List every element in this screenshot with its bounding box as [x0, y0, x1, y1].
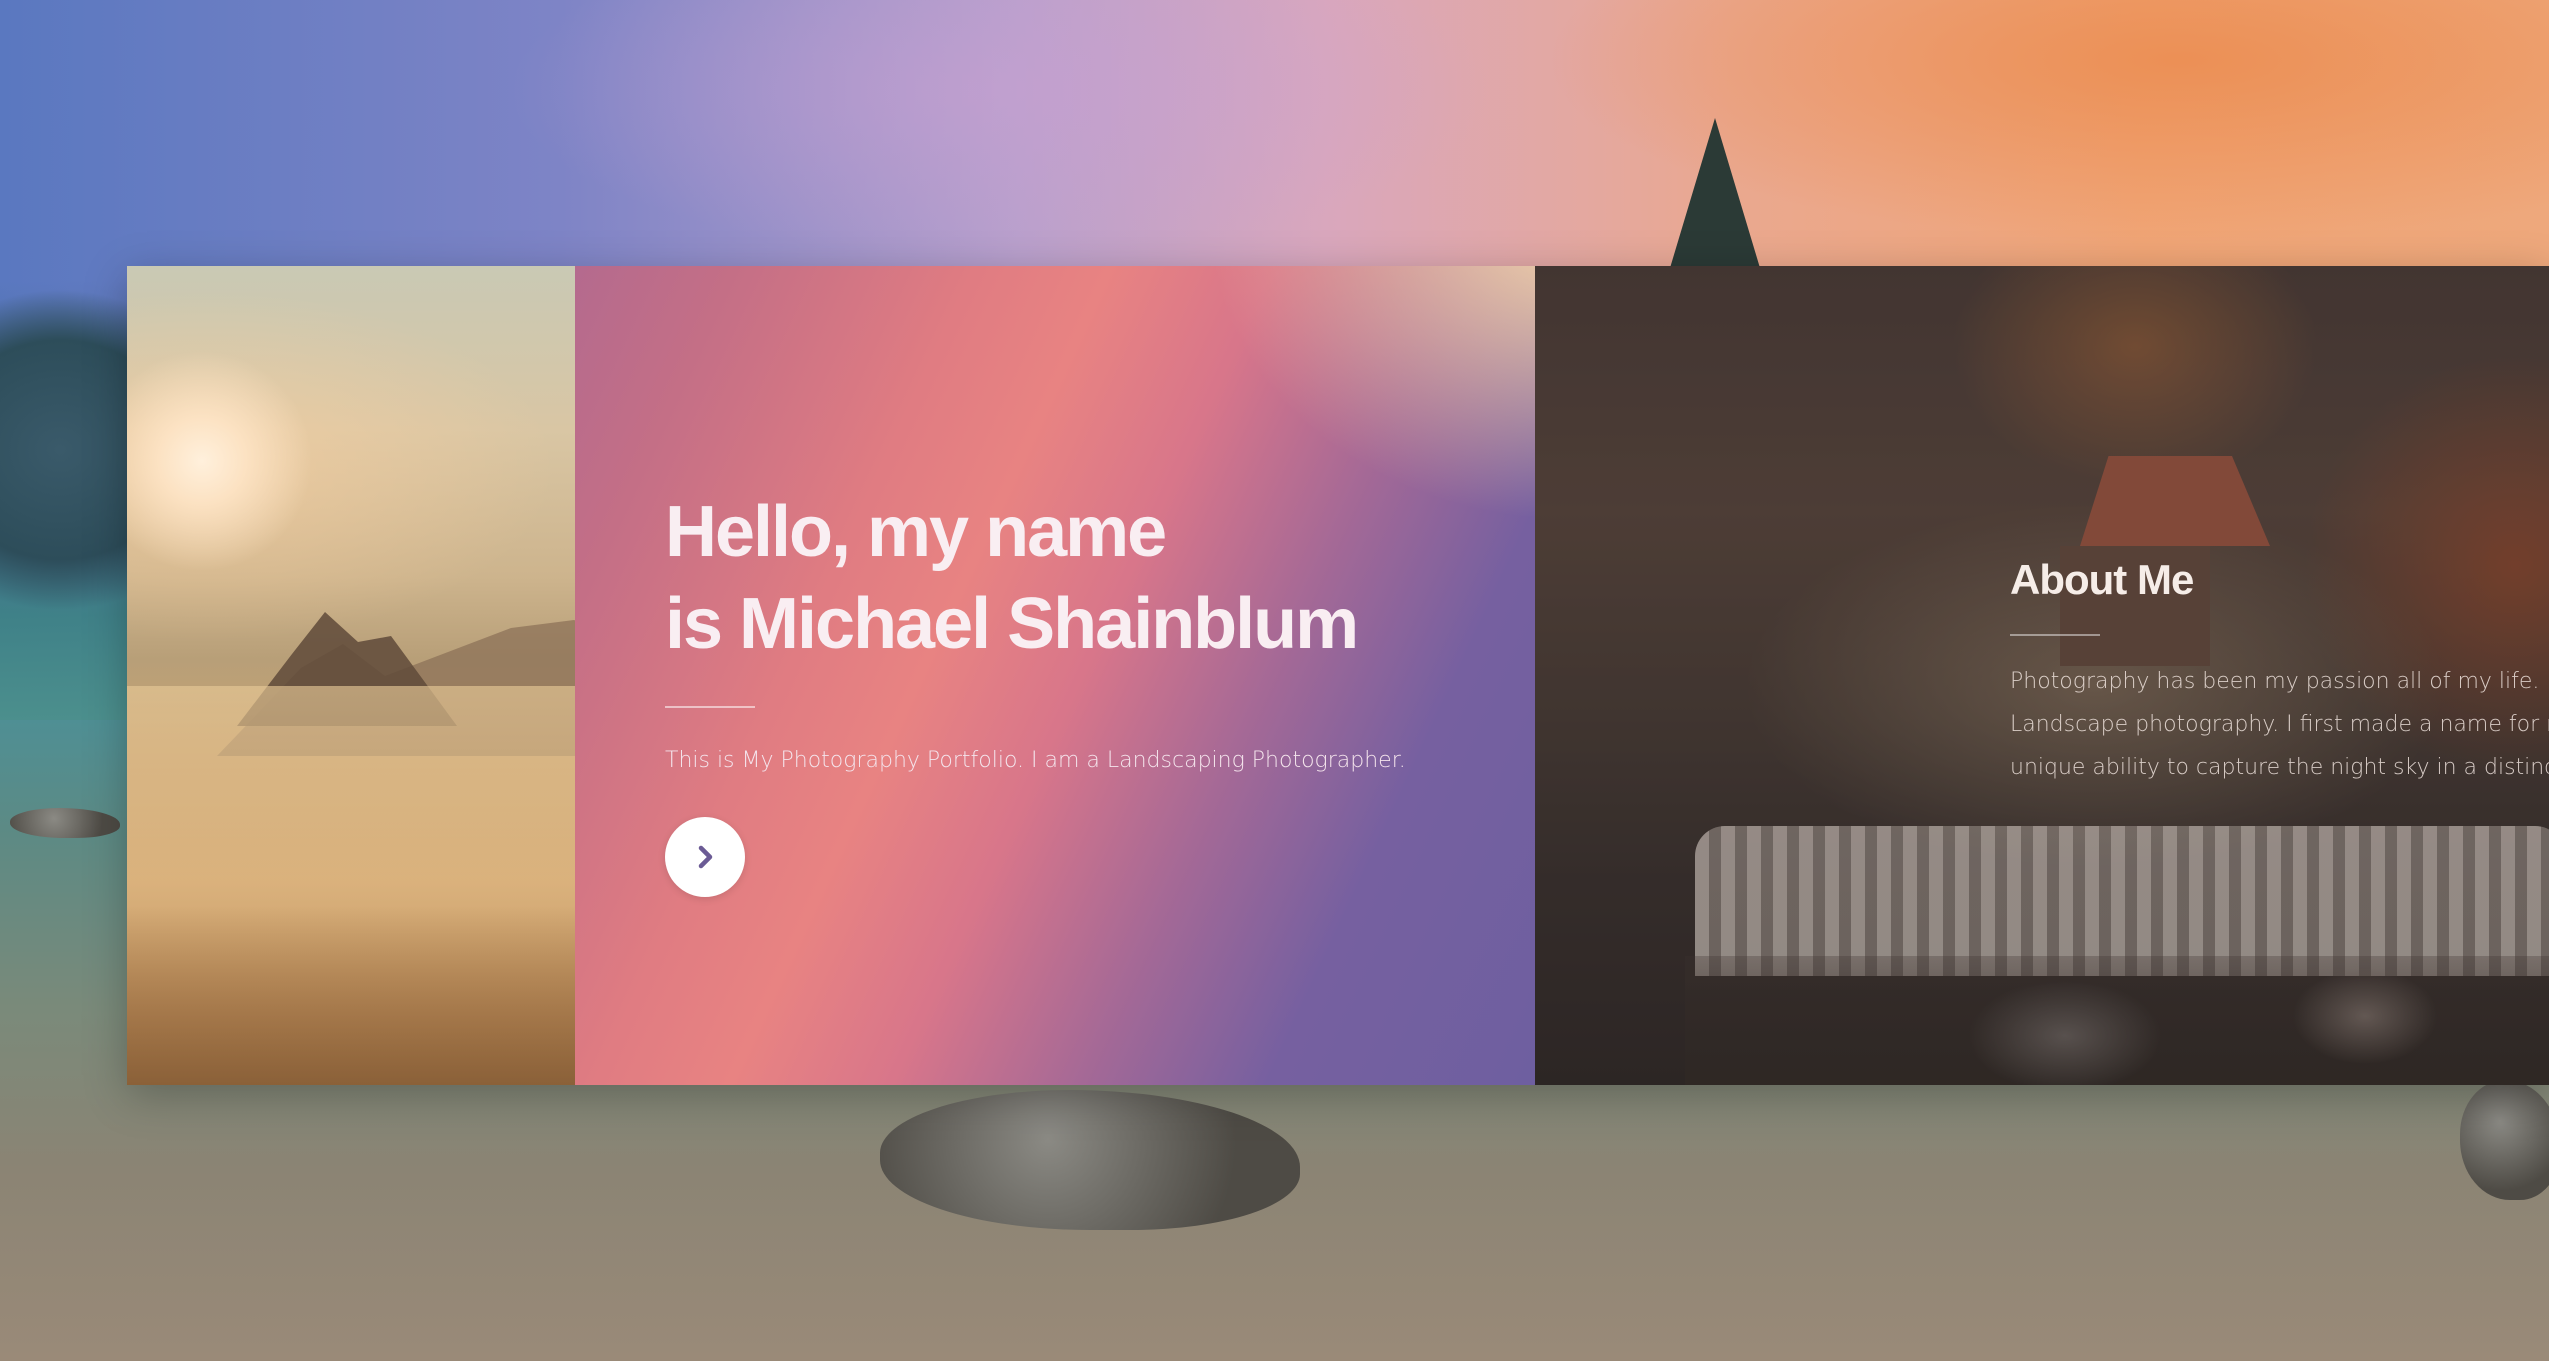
about-text: Photography has been my passion all of m… [2010, 660, 2549, 789]
hero-content: Hello, my name is Michael Shainblum This… [665, 486, 1465, 897]
next-slide-button[interactable] [665, 817, 745, 897]
about-divider [2010, 634, 2100, 636]
chevron-right-icon [698, 845, 713, 869]
about-title: About Me [2010, 556, 2194, 603]
hero-divider [665, 706, 755, 708]
about-section: About Me Photography has been my passion… [2010, 556, 2549, 789]
hero-panel: Hello, my name is Michael Shainblum This… [575, 266, 1535, 1085]
landscape-photo-waterfall-cabin: About Me Photography has been my passion… [1535, 266, 2549, 1085]
photo-cabin-roof [2080, 456, 2270, 546]
portfolio-card: Hello, my name is Michael Shainblum This… [127, 266, 2549, 1085]
about-text-line: Landscape photography. I first made a na… [2010, 712, 2549, 737]
landscape-photo-misty-valley [127, 266, 575, 1085]
photo-forest [127, 906, 575, 1085]
about-text-line: unique ability to capture the night sky … [2010, 755, 2549, 780]
photo-rocks [1685, 956, 2549, 1085]
hero-title-line1: Hello, my name [665, 492, 1167, 572]
hero-title: Hello, my name is Michael Shainblum [665, 486, 1465, 670]
tree-silhouette [1670, 118, 1760, 268]
photo-waterfall [1695, 826, 2549, 976]
background-rock [2460, 1080, 2549, 1200]
about-text-line: Photography has been my passion all of m… [2010, 669, 2549, 694]
hero-subtitle: This is My Photography Portfolio. I am a… [665, 748, 1406, 773]
hero-title-line2: is Michael Shainblum [665, 584, 1359, 664]
background-rock [10, 808, 120, 838]
